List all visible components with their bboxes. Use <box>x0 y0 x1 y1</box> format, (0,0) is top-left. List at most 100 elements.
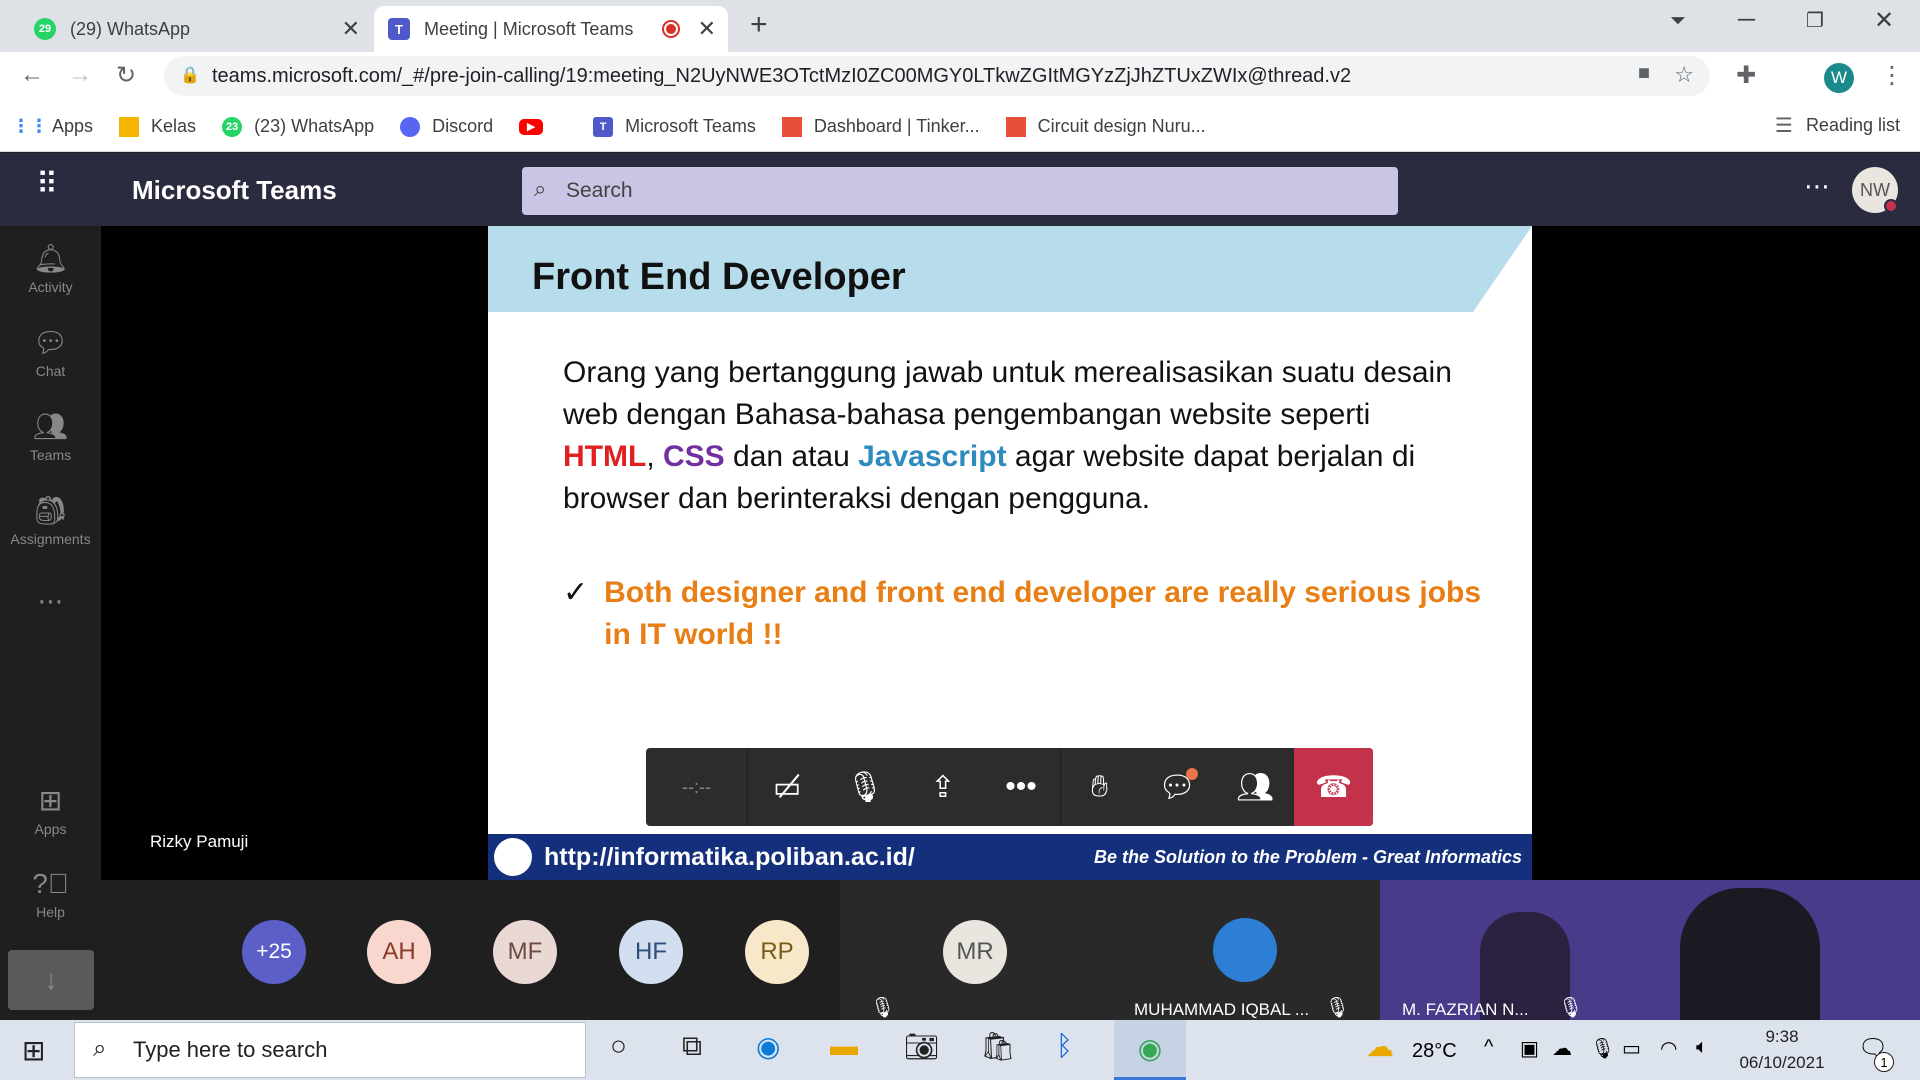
bookmarks-bar: ⋮⋮ Apps Kelas 23 (23) WhatsApp Discord ▶ T… <box>0 102 1920 152</box>
meeting-controls: --:-- ▭̸ 🎙︎ ⇪ ••• ✋︎ 💬︎ 👥︎ ☎︎ <box>646 748 1373 826</box>
youtube-icon: ▶ <box>519 118 544 135</box>
taskbar-search-input[interactable]: ⌕ Type here to search <box>74 1022 586 1078</box>
slide-footer: http://informatika.poliban.ac.id/ Be the… <box>488 834 1532 880</box>
tab-title: (29) WhatsApp <box>70 18 191 39</box>
footer-motto: Be the Solution to the Problem - Great I… <box>1093 846 1522 867</box>
star-icon[interactable]: ☆ <box>1674 62 1694 88</box>
file-explorer-icon[interactable]: ▬ <box>830 1030 858 1062</box>
cortana-icon[interactable]: ○ <box>610 1030 627 1062</box>
participant-avatar[interactable]: MF <box>493 920 557 984</box>
download-button[interactable]: ↓ <box>8 950 94 1010</box>
url-text: teams.microsoft.com/_#/pre-join-calling/… <box>212 64 1352 87</box>
store-icon[interactable]: 🛍︎ <box>980 1030 1016 1063</box>
back-icon[interactable]: ← <box>20 61 44 89</box>
tab-teams-meeting[interactable]: T Meeting | Microsoft Teams ✕ <box>374 6 728 52</box>
call-timer: --:-- <box>646 748 748 826</box>
rail-more[interactable]: ⋯ <box>0 586 101 617</box>
bookmark-apps[interactable]: ⋮⋮ Apps <box>12 116 93 137</box>
css-keyword: CSS <box>662 440 725 473</box>
rail-assignments[interactable]: 🎒︎ Assignments <box>0 494 101 547</box>
slide-title: Front End Developer <box>532 256 906 298</box>
participant-avatar[interactable]: AH <box>367 920 431 984</box>
presenter-name: Rizky Pamuji <box>150 832 249 851</box>
camera-icon[interactable]: ■ <box>1638 62 1650 85</box>
share-button[interactable]: ⇪ <box>904 748 982 826</box>
extension-icon[interactable]: ✚ <box>1736 61 1756 90</box>
mic-toggle-button[interactable]: 🎙︎ <box>826 748 904 826</box>
rail-apps[interactable]: ⊞ Apps <box>0 784 101 837</box>
reload-icon[interactable]: ↻ <box>116 61 136 90</box>
menu-icon[interactable]: ⋮ <box>1880 61 1904 90</box>
weather-temp[interactable]: 28°C <box>1412 1040 1457 1063</box>
poliban-logo-icon <box>494 838 532 876</box>
task-view-icon[interactable]: ⧉ <box>682 1030 702 1063</box>
discord-icon <box>400 116 421 137</box>
rail-help[interactable]: ?⃝ Help <box>0 868 101 920</box>
volume-icon[interactable]: 🔈︎ <box>1696 1036 1708 1059</box>
bookmark-circuit-design[interactable]: Circuit design Nuru... <box>1005 116 1206 137</box>
forward-icon[interactable]: → <box>68 61 92 89</box>
reading-list[interactable]: ☰ Reading list <box>1774 115 1900 137</box>
rail-activity[interactable]: 🔔︎ Activity <box>0 242 101 295</box>
window-close-icon[interactable]: ✕ <box>1874 6 1894 35</box>
participants-button[interactable]: 👥︎ <box>1216 748 1294 826</box>
chat-button[interactable]: 💬︎ <box>1138 748 1216 826</box>
tinkercad-icon <box>781 116 802 137</box>
onedrive-icon[interactable]: ☁︎ <box>1552 1036 1572 1061</box>
bookmark-youtube[interactable]: ▶ <box>519 118 567 135</box>
bookmark-kelas[interactable]: Kelas <box>119 116 196 137</box>
assignments-icon: 🎒︎ <box>32 495 69 526</box>
participant-avatar: MR <box>943 920 1007 984</box>
wifi-icon[interactable]: ◠ <box>1660 1036 1677 1061</box>
more-actions-button[interactable]: ••• <box>982 748 1060 826</box>
bell-icon: 🔔︎ <box>32 243 69 274</box>
edge-icon[interactable]: ◉ <box>756 1030 780 1063</box>
download-icon: ↓ <box>44 964 58 995</box>
meet-now-icon[interactable]: ▣ <box>1520 1036 1539 1061</box>
app-launcher-icon[interactable]: ⠿ <box>36 167 58 202</box>
close-icon[interactable]: ✕ <box>698 16 716 42</box>
rail-teams[interactable]: 👥︎ Teams <box>0 410 101 463</box>
recording-icon <box>662 20 680 38</box>
participant-avatar[interactable]: HF <box>619 920 683 984</box>
tab-search-icon[interactable]: ⏷ <box>1670 10 1686 33</box>
tray-chevron-icon[interactable]: ^ <box>1484 1036 1493 1059</box>
lock-icon: 🔒 <box>180 67 200 84</box>
bluetooth-icon[interactable]: ᛒ <box>1056 1030 1073 1062</box>
teams-people-icon: 👥︎ <box>32 411 69 442</box>
microphone-icon[interactable]: 🎙︎ <box>1590 1036 1615 1061</box>
chrome-taskbar-button[interactable]: ◉ <box>1114 1020 1186 1080</box>
hang-up-button[interactable]: ☎︎ <box>1294 748 1373 826</box>
windows-start-icon[interactable]: ⊞ <box>22 1034 45 1067</box>
clock[interactable]: 9:38 06/10/2021 <box>1736 1024 1828 1076</box>
search-input[interactable]: ⌕ Search <box>522 167 1398 215</box>
teams-icon: T <box>593 116 614 137</box>
participant-tile-muhammad-iqbal[interactable]: MUHAMMAD IQBAL ... 🎙︎ <box>1110 880 1380 1020</box>
participant-name: M. FAZRIAN N... <box>1402 1000 1529 1019</box>
unread-dot <box>1186 768 1198 780</box>
mic-muted-icon: 🎙︎ <box>1558 997 1584 1019</box>
weather-icon: ☁︎ <box>1366 1031 1394 1062</box>
raise-hand-button[interactable]: ✋︎ <box>1060 748 1138 826</box>
participant-video <box>1680 888 1820 1020</box>
address-bar[interactable]: 🔒 teams.microsoft.com/_#/pre-join-callin… <box>164 56 1710 96</box>
camera-app-icon[interactable]: 📷︎ <box>904 1030 940 1063</box>
bookmark-whatsapp[interactable]: 23 (23) WhatsApp <box>222 116 374 137</box>
bookmark-discord[interactable]: Discord <box>400 116 493 137</box>
battery-icon[interactable]: ▭ <box>1622 1036 1641 1061</box>
tab-whatsapp[interactable]: 29 (29) WhatsApp ✕ <box>20 6 372 52</box>
overflow-participants-button[interactable]: +25 <box>242 920 306 984</box>
profile-avatar[interactable]: W <box>1824 63 1854 93</box>
participant-tile-video[interactable]: M. FAZRIAN N... 🎙︎ <box>1380 880 1920 1020</box>
close-icon[interactable]: ✕ <box>342 16 360 42</box>
participant-tile-mr[interactable]: MR 🎙︎ <box>840 880 1110 1020</box>
minimize-icon[interactable]: ─ <box>1738 6 1755 34</box>
new-tab-icon[interactable]: + <box>750 8 768 42</box>
bookmark-tinkercad-dashboard[interactable]: Dashboard | Tinker... <box>781 116 980 137</box>
participant-avatar[interactable]: RP <box>745 920 809 984</box>
rail-chat[interactable]: 💬︎ Chat <box>0 326 101 379</box>
bookmark-teams[interactable]: T Microsoft Teams <box>593 116 756 137</box>
camera-toggle-button[interactable]: ▭̸ <box>748 748 826 826</box>
more-options-icon[interactable]: ⋯ <box>1804 171 1830 202</box>
restore-icon[interactable]: ❐ <box>1806 8 1824 33</box>
